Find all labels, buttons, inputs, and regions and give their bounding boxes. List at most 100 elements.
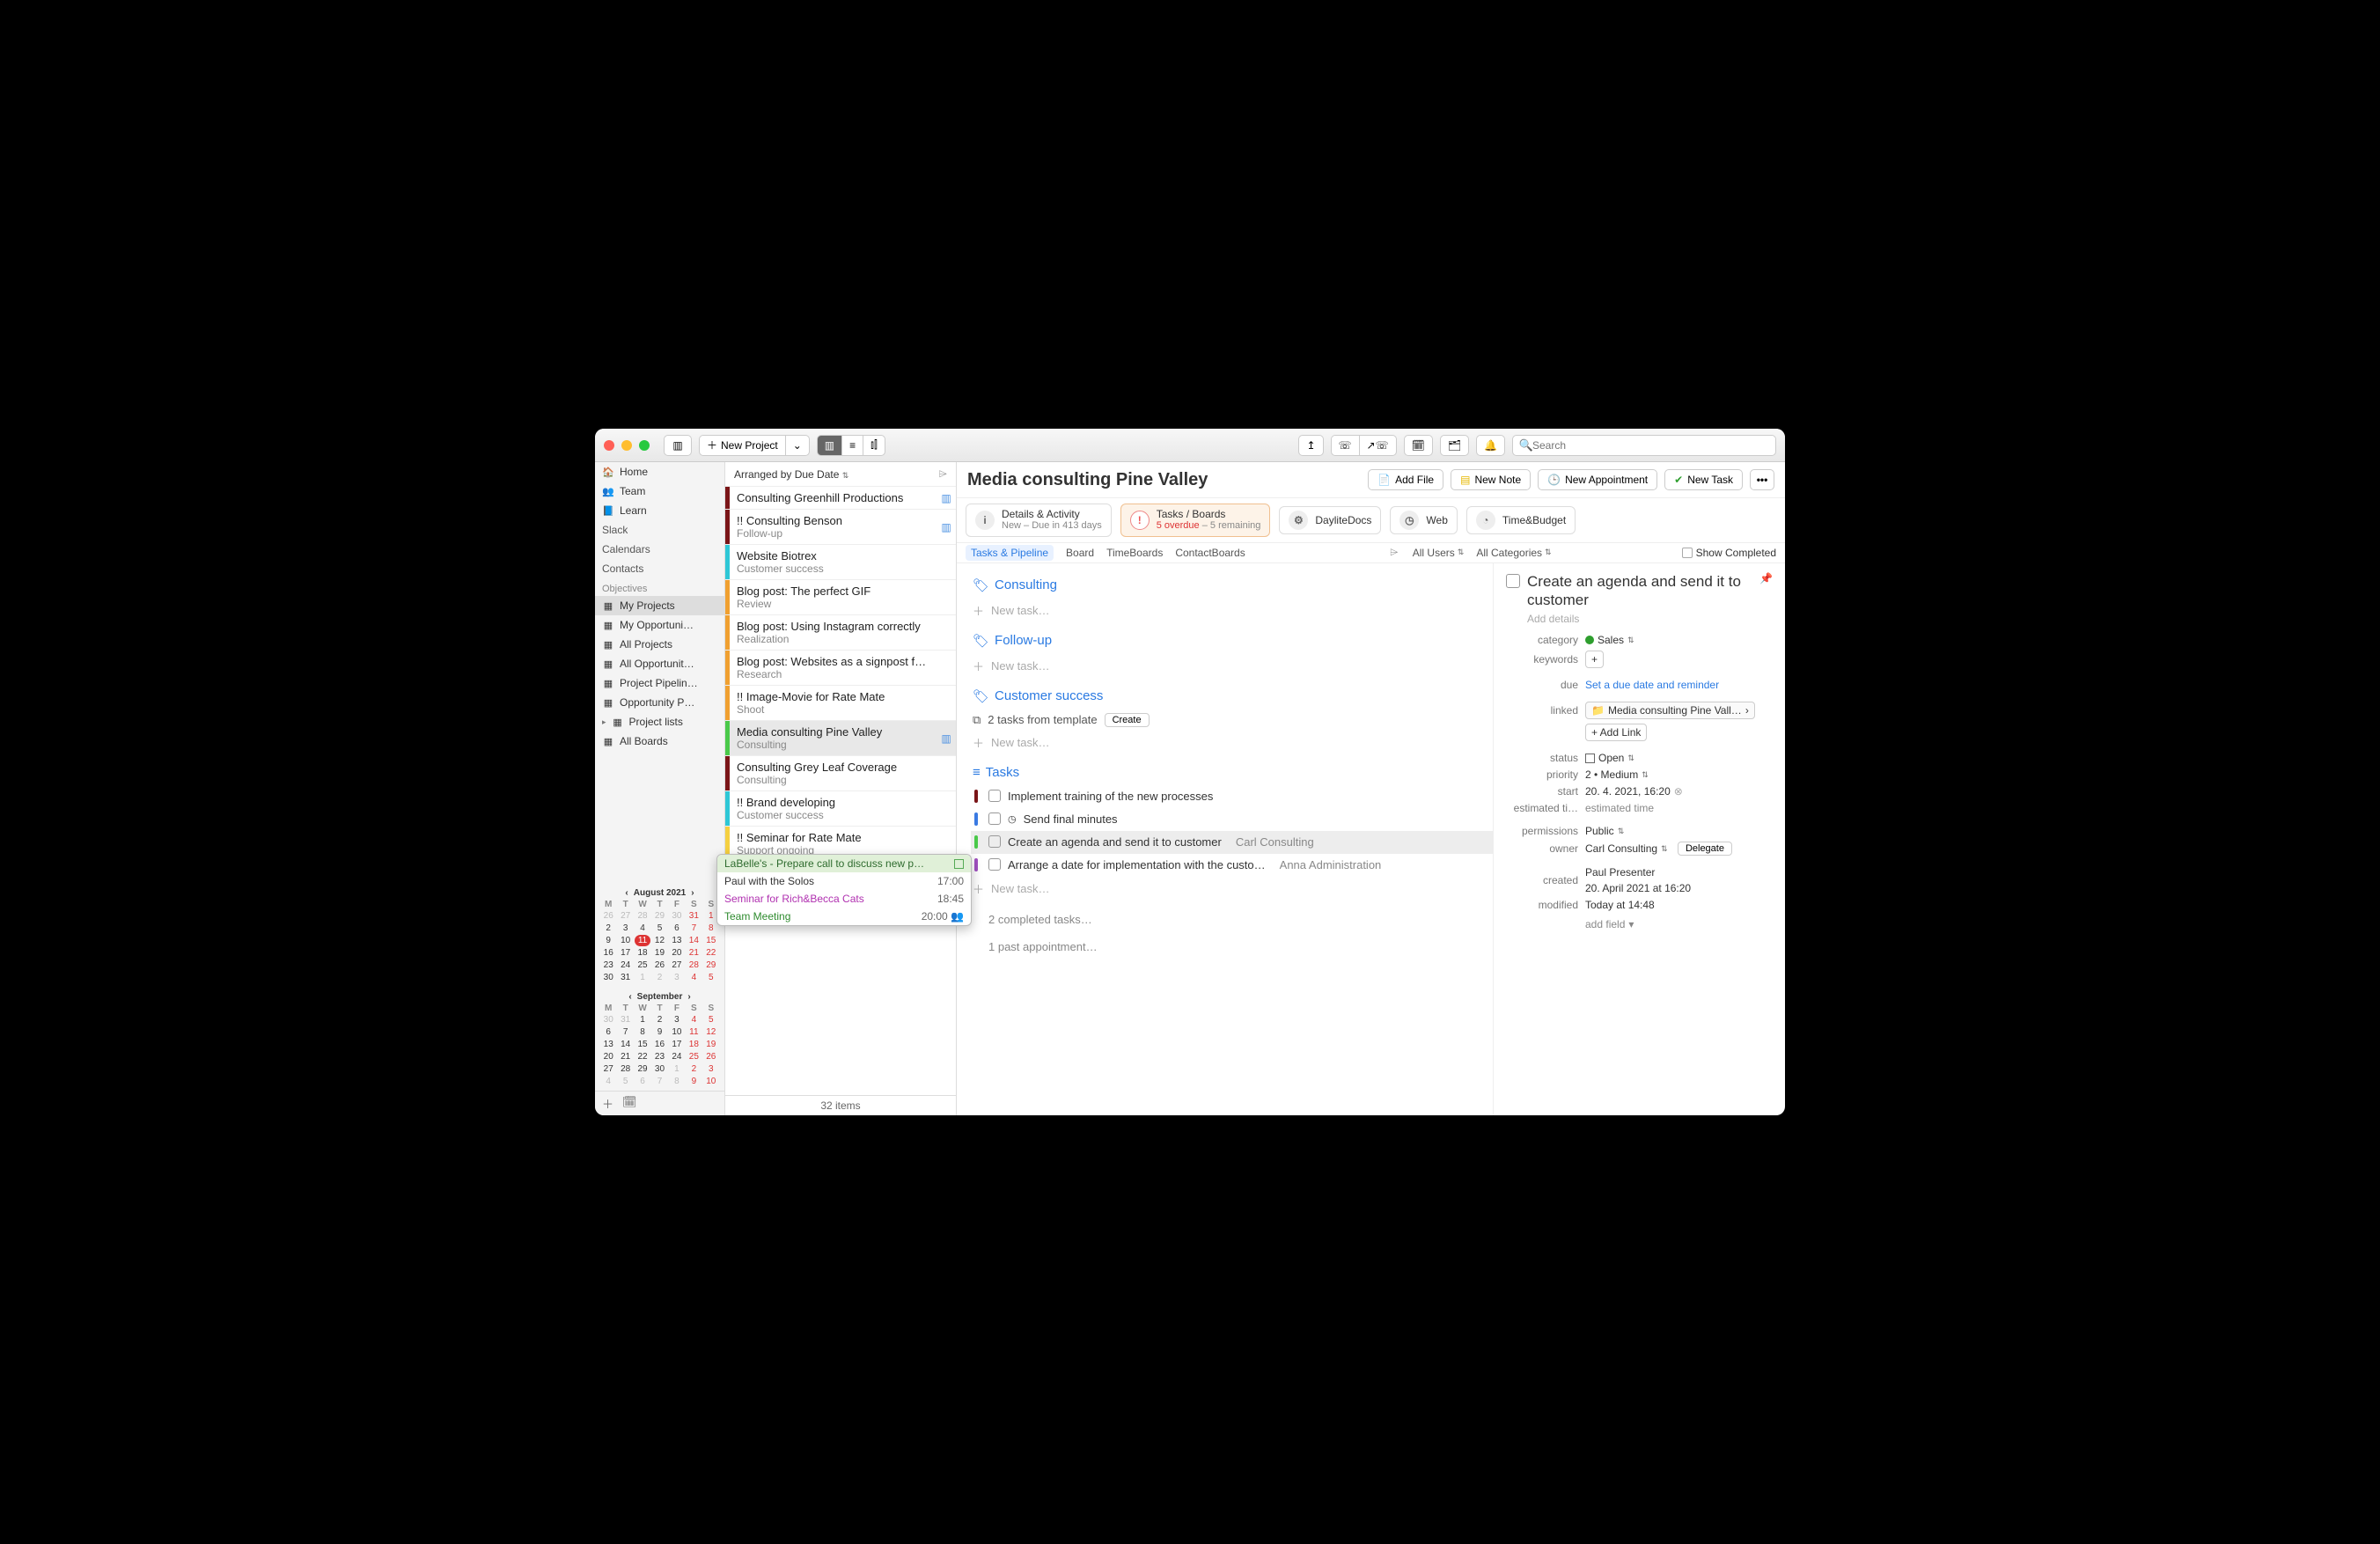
- sidebar-item[interactable]: ▦All Boards: [595, 732, 724, 751]
- start-value[interactable]: 20. 4. 2021, 16:20 ⊗: [1585, 785, 1773, 798]
- sidebar-item[interactable]: ▦Project Pipelin…: [595, 673, 724, 693]
- linked-project[interactable]: 📁 Media consulting Pine Vall… ›: [1585, 702, 1755, 719]
- main-tab[interactable]: ◷Web: [1390, 506, 1457, 534]
- project-item[interactable]: Blog post: Using Instagram correctlyReal…: [725, 615, 956, 651]
- view-list[interactable]: ≡: [841, 435, 863, 456]
- sidebar-item[interactable]: ▦Opportunity P…: [595, 693, 724, 712]
- task-row[interactable]: ◷Send final minutes: [971, 808, 1493, 831]
- search-box[interactable]: 🔍: [1512, 435, 1776, 456]
- section-header[interactable]: ≡Tasks: [971, 760, 1493, 785]
- category-value[interactable]: Sales ⇅: [1585, 634, 1773, 646]
- project-item[interactable]: Website BiotrexCustomer success: [725, 545, 956, 580]
- task-checkbox[interactable]: [988, 858, 1001, 871]
- tb-export[interactable]: ↥: [1298, 435, 1323, 456]
- create-button[interactable]: Create: [1105, 713, 1150, 727]
- sidebar-item[interactable]: Slack: [595, 520, 724, 540]
- tb-bell[interactable]: 🔔: [1476, 435, 1505, 456]
- popover-event[interactable]: Team Meeting20:00 👥: [717, 908, 971, 925]
- task-row[interactable]: Create an agenda and send it to customer…: [971, 831, 1493, 854]
- estimated-time[interactable]: estimated time: [1585, 802, 1773, 814]
- sidebar-item[interactable]: ▸▦Project lists: [595, 712, 724, 732]
- add-link[interactable]: + Add Link: [1585, 724, 1647, 741]
- add-details[interactable]: Add details: [1527, 613, 1773, 625]
- sidebar-item[interactable]: ▦All Projects: [595, 635, 724, 654]
- completed-summary[interactable]: 2 completed tasks…: [962, 906, 1493, 933]
- tb-phone[interactable]: ☏: [1331, 435, 1359, 456]
- filter-users[interactable]: All Users ⇅: [1413, 547, 1465, 559]
- sidebar-item[interactable]: ▦All Opportunit…: [595, 654, 724, 673]
- sidebar-item[interactable]: Contacts: [595, 559, 724, 578]
- popover-header[interactable]: LaBelle's - Prepare call to discuss new …: [717, 855, 971, 872]
- project-item[interactable]: Blog post: The perfect GIFReview: [725, 580, 956, 615]
- search-input[interactable]: [1532, 439, 1768, 452]
- filter-icon[interactable]: ⌲: [1388, 547, 1400, 559]
- new-task-input[interactable]: ＋New task…: [971, 599, 1493, 622]
- delegate-button[interactable]: Delegate: [1678, 842, 1732, 856]
- project-item[interactable]: Media consulting Pine ValleyConsulting▥: [725, 721, 956, 756]
- sidebar-item[interactable]: ▦My Projects: [595, 596, 724, 615]
- sub-tab[interactable]: Tasks & Pipeline: [966, 545, 1054, 561]
- sidebar-toggle[interactable]: ▥: [664, 435, 692, 456]
- sidebar-item[interactable]: 👥Team: [595, 482, 724, 501]
- task-checkbox[interactable]: [1506, 574, 1520, 588]
- mini-calendar[interactable]: ‹August 2021›MTWTFSS26272829303112345678…: [595, 883, 724, 987]
- sub-tab[interactable]: Board: [1066, 547, 1094, 559]
- sidebar-item[interactable]: ▦My Opportuni…: [595, 615, 724, 635]
- minimize-button[interactable]: [621, 440, 632, 451]
- task-checkbox[interactable]: [988, 812, 1001, 825]
- main-tab[interactable]: ◔Time&Budget: [1466, 506, 1576, 534]
- section-header[interactable]: 🏷Consulting: [971, 572, 1493, 599]
- task-checkbox[interactable]: [988, 835, 1001, 848]
- filter-categories[interactable]: All Categories ⇅: [1476, 547, 1551, 559]
- new-project-button[interactable]: ＋ New Project: [699, 435, 785, 456]
- main-tab[interactable]: !Tasks / Boards5 overdue – 5 remaining: [1120, 504, 1271, 537]
- view-columns[interactable]: ▥: [817, 435, 841, 456]
- new-task-input[interactable]: ＋New task…: [971, 877, 1493, 901]
- new-task-input[interactable]: ＋New task…: [971, 731, 1493, 754]
- tb-card[interactable]: 🗂: [1440, 435, 1469, 456]
- project-item[interactable]: !! Image-Movie for Rate MateShoot: [725, 686, 956, 721]
- project-item[interactable]: !! Consulting BensonFollow-up▥: [725, 510, 956, 545]
- owner-value[interactable]: Carl Consulting ⇅ Delegate: [1585, 842, 1773, 856]
- priority-value[interactable]: 2 • Medium ⇅: [1585, 768, 1773, 781]
- new-task-button[interactable]: ✔New Task: [1664, 469, 1743, 490]
- new-task-input[interactable]: ＋New task…: [971, 654, 1493, 678]
- sidebar-item[interactable]: 📘Learn: [595, 501, 724, 520]
- new-note-button[interactable]: ▤New Note: [1451, 469, 1531, 490]
- section-header[interactable]: 🏷Customer success: [971, 683, 1493, 710]
- calendar-icon[interactable]: 🗓: [622, 1095, 637, 1112]
- view-chart[interactable]: ⫾⫿: [863, 435, 885, 456]
- past-summary[interactable]: 1 past appointment…: [962, 933, 1493, 960]
- add-file-button[interactable]: 📄Add File: [1368, 469, 1443, 490]
- add-keyword[interactable]: +: [1585, 651, 1604, 668]
- arrange-label[interactable]: Arranged by Due Date ⇅: [734, 468, 848, 481]
- project-item[interactable]: Consulting Grey Leaf CoverageConsulting: [725, 756, 956, 791]
- project-item[interactable]: Blog post: Websites as a signpost for…Re…: [725, 651, 956, 686]
- main-tab[interactable]: ⚙DayliteDocs: [1279, 506, 1381, 534]
- tb-calendar[interactable]: 🗓: [1404, 435, 1433, 456]
- pin-icon[interactable]: 📌: [1759, 572, 1773, 585]
- sidebar-item[interactable]: Calendars: [595, 540, 724, 559]
- new-appointment-button[interactable]: 🕒New Appointment: [1538, 469, 1657, 490]
- task-title[interactable]: Create an agenda and send it to customer: [1527, 572, 1752, 610]
- sub-tab[interactable]: TimeBoards: [1106, 547, 1163, 559]
- section-header[interactable]: 🏷Follow-up: [971, 628, 1493, 654]
- main-tab[interactable]: iDetails & ActivityNew – Due in 413 days: [966, 504, 1112, 537]
- set-due[interactable]: Set a due date and reminder: [1585, 679, 1773, 691]
- filter-icon[interactable]: ⌲: [939, 467, 947, 481]
- popover-event[interactable]: Paul with the Solos17:00: [717, 872, 971, 890]
- mini-calendar[interactable]: ‹September›MTWTFSS3031123456789101112131…: [595, 987, 724, 1091]
- task-checkbox[interactable]: [988, 790, 1001, 802]
- maximize-button[interactable]: [639, 440, 650, 451]
- sidebar-item[interactable]: 🏠Home: [595, 462, 724, 482]
- sub-tab[interactable]: ContactBoards: [1175, 547, 1245, 559]
- close-button[interactable]: [604, 440, 614, 451]
- tb-phone-out[interactable]: ↗☏: [1359, 435, 1397, 456]
- task-row[interactable]: Arrange a date for implementation with t…: [971, 854, 1493, 877]
- add-button[interactable]: ＋: [602, 1095, 613, 1112]
- new-project-menu[interactable]: ⌄: [785, 435, 810, 456]
- project-item[interactable]: Consulting Greenhill Productions▥: [725, 487, 956, 510]
- add-field[interactable]: add field ▾: [1585, 918, 1773, 930]
- permissions-value[interactable]: Public ⇅: [1585, 825, 1773, 837]
- project-item[interactable]: !! Brand developingCustomer success: [725, 791, 956, 827]
